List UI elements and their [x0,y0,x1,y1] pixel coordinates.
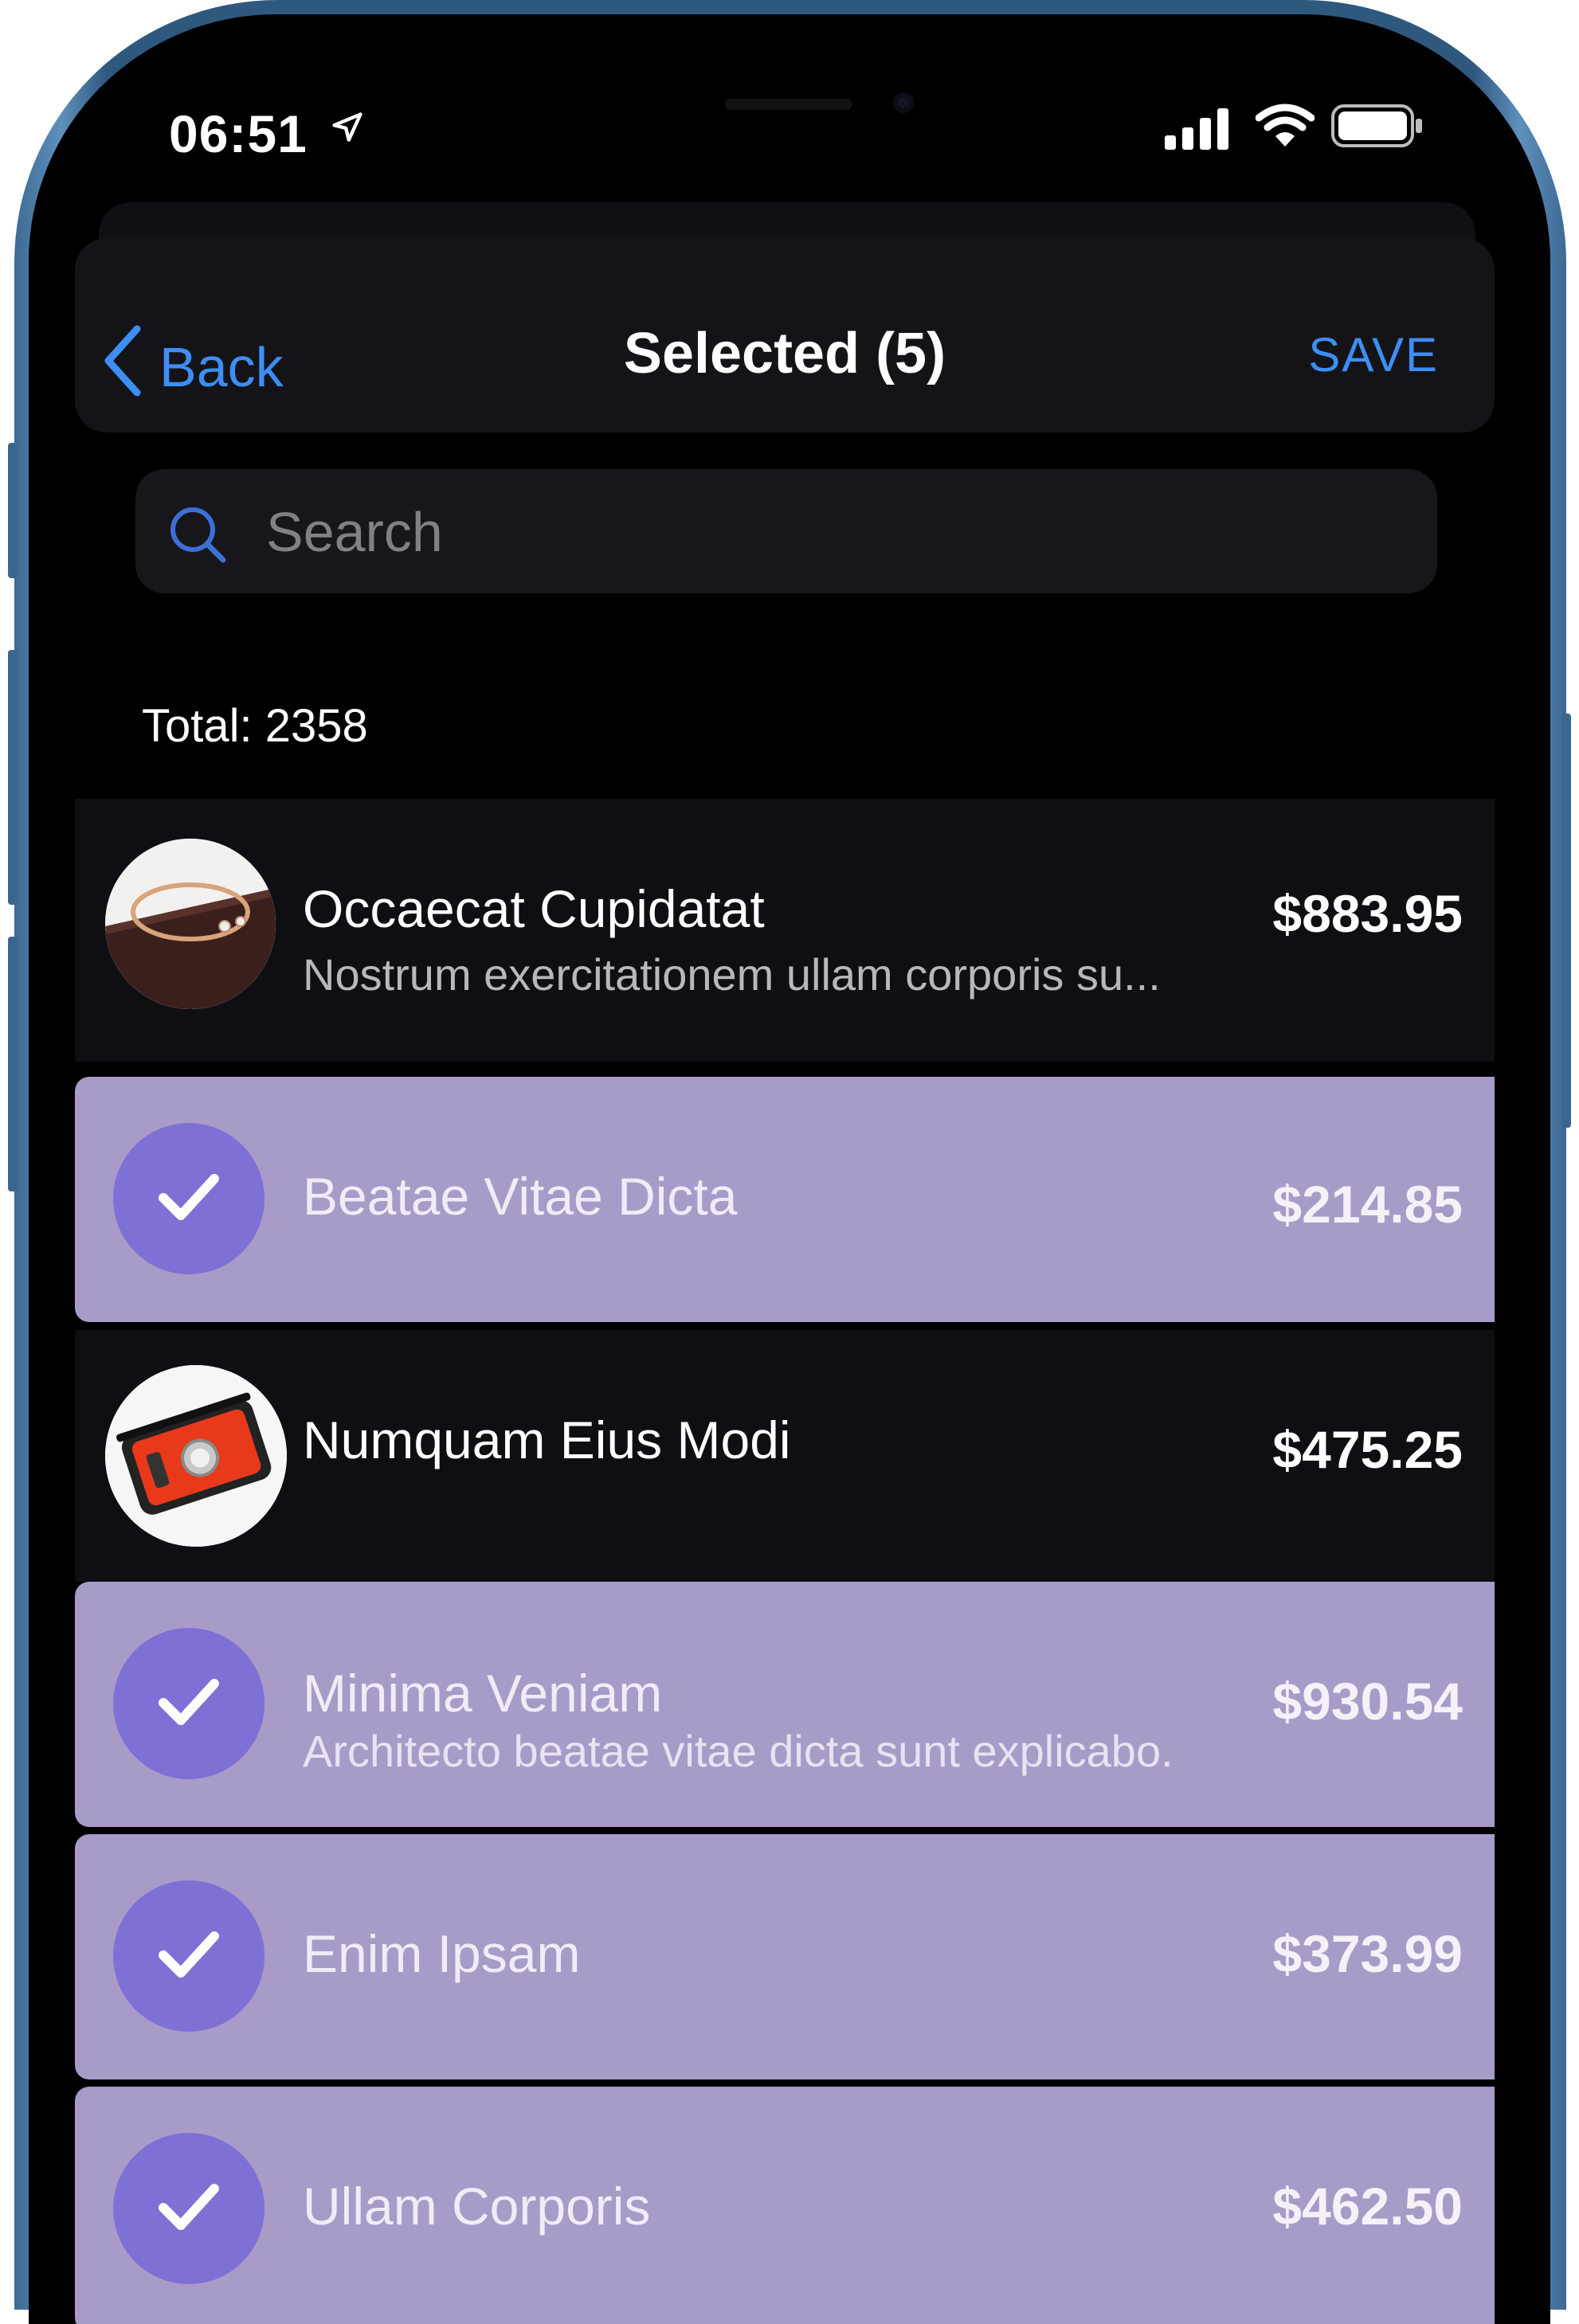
list-item-selected[interactable]: Beatae Vitae Dicta $214.85 [75,1077,1495,1322]
checkmark-icon [157,2181,221,2237]
item-price: $930.54 [1272,1672,1463,1731]
front-camera [893,92,914,113]
item-name: Occaecat Cupidatat [303,879,765,938]
list-item-selected[interactable]: Ullam Corporis $462.50 [75,2087,1495,2324]
checkmark-icon [157,1676,221,1732]
wifi-icon [1255,102,1315,152]
item-name: Minima Veniam [303,1664,663,1723]
mute-switch [8,443,18,578]
phone-screen: 06:51 Back Selected (5) SAVE Search Tota… [29,14,1550,2324]
item-price: $373.99 [1272,1924,1463,1983]
item-name: Ullam Corporis [303,2177,651,2236]
list-item-selected[interactable]: Minima Veniam Architecto beatae vitae di… [75,1582,1495,1827]
checkmark-icon [157,1171,221,1227]
selected-check [113,1880,264,2032]
item-price: $475.25 [1272,1420,1463,1479]
item-price: $883.95 [1272,884,1463,943]
item-name: Numquam Eius Modi [303,1410,791,1469]
item-subtitle: Architecto beatae vitae dicta sunt expli… [303,1726,1173,1776]
volume-down-button [8,937,18,1191]
list-item-selected[interactable]: Enim Ipsam $373.99 [75,1834,1495,2079]
signal-icon [1165,108,1230,154]
checkmark-icon [157,1928,221,1985]
location-arrow-icon [330,110,365,149]
item-price: $462.50 [1272,2177,1463,2236]
selected-check [113,1123,264,1274]
power-button [1561,714,1571,1128]
item-thumbnail [105,1365,287,1547]
status-time: 06:51 [169,104,308,163]
list-item[interactable]: Occaecat Cupidatat Nostrum exercitatione… [75,799,1495,1062]
search-icon [166,503,229,570]
item-thumbnail [105,839,276,1009]
item-name: Beatae Vitae Dicta [303,1167,738,1226]
search-input[interactable] [264,495,1383,569]
battery-icon [1330,104,1424,152]
item-price: $214.85 [1272,1175,1463,1234]
selected-check [113,1628,264,1779]
item-name: Enim Ipsam [303,1924,581,1983]
selected-check [113,2133,264,2284]
volume-up-button [8,650,18,905]
total-count: Total: 2358 [142,700,368,752]
list-item[interactable]: Numquam Eius Modi $475.25 [75,1330,1495,1582]
speaker-grille [725,99,852,110]
navigation-bar: Back Selected (5) SAVE [75,238,1495,432]
page-title: Selected (5) [623,322,946,385]
item-subtitle: Nostrum exercitationem ullam corporis su… [303,949,1161,1000]
search-bar [135,469,1437,593]
save-button[interactable]: SAVE [1308,327,1439,382]
status-bar: 06:51 [29,14,1550,174]
